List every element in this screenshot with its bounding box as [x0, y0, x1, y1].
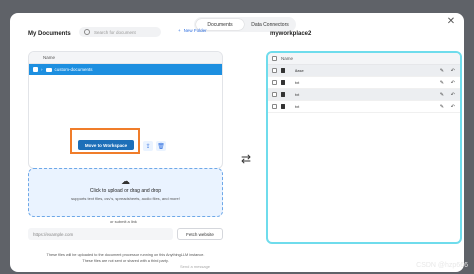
close-icon[interactable]: ✕	[444, 14, 458, 28]
cloud-upload-icon: ☁	[121, 176, 130, 186]
search-icon	[84, 29, 90, 35]
file-name: txt	[295, 80, 300, 85]
search-input[interactable]: Search for document	[79, 27, 161, 37]
undo-icon[interactable]: ↶	[451, 80, 455, 86]
select-all-checkbox[interactable]	[272, 56, 277, 61]
trash-icon[interactable]: 🗑	[156, 141, 166, 151]
undo-icon[interactable]: ↶	[451, 68, 455, 74]
upload-subtitle: supports text files, csv's, spreadsheets…	[71, 196, 180, 201]
file-icon	[281, 80, 285, 85]
file-icon	[281, 104, 285, 109]
list-header-name: Name	[29, 52, 222, 64]
file-row[interactable]: 8ase ✎ ↶	[268, 65, 460, 77]
undo-icon[interactable]: ↶	[451, 92, 455, 98]
pin-icon[interactable]: ✎	[440, 80, 444, 86]
file-name: 8ase	[295, 68, 304, 73]
file-row[interactable]: txt ✎ ↶	[268, 77, 460, 89]
send-message-input[interactable]: Send a message	[180, 264, 210, 269]
tab-bar: Documents Data Connectors	[194, 17, 296, 32]
search-placeholder: Search for document	[94, 29, 136, 35]
new-folder-label: New Folder	[183, 28, 207, 33]
folder-icon	[45, 67, 52, 72]
undo-icon[interactable]: ↶	[451, 104, 455, 110]
file-name: txt	[295, 92, 300, 97]
workspace-title: myworkplace2	[270, 31, 312, 37]
cloud-upload-icon[interactable]: ⇪	[143, 141, 153, 151]
move-highlight: Move to Workspace	[70, 128, 140, 154]
upload-dropzone[interactable]: ☁ Click to upload or drag and drop suppo…	[28, 168, 223, 217]
folder-checkbox[interactable]	[33, 67, 38, 72]
workspace-documents-list: Name 8ase ✎ ↶ txt ✎ ↶ txt ✎ ↶ txt ✎ ↶	[266, 51, 462, 244]
file-icon	[281, 92, 285, 97]
my-documents-title: My Documents	[28, 31, 71, 37]
move-to-workspace-button[interactable]: Move to Workspace	[78, 140, 134, 150]
pin-icon[interactable]: ✎	[440, 92, 444, 98]
link-input[interactable]: https://example.com	[28, 228, 173, 240]
list-header-name: Name	[281, 56, 294, 61]
file-checkbox[interactable]	[272, 80, 277, 85]
workspace-list-header: Name	[268, 53, 460, 65]
tab-data-connectors[interactable]: Data Connectors	[246, 19, 294, 30]
pin-icon[interactable]: ✎	[440, 104, 444, 110]
file-row[interactable]: txt ✎ ↶	[268, 101, 460, 113]
upload-title: Click to upload or drag and drop	[89, 188, 162, 194]
upload-note-line1: These files will be uploaded to the docu…	[46, 253, 205, 257]
file-checkbox[interactable]	[272, 68, 277, 73]
new-folder-button[interactable]: + New Folder	[178, 28, 207, 33]
upload-note-line2: These files are not sent or shared with …	[82, 259, 169, 263]
file-row[interactable]: txt ✎ ↶	[268, 89, 460, 101]
file-name: txt	[295, 104, 300, 109]
folder-row-custom-documents[interactable]: › custom-documents	[29, 64, 222, 75]
chevron-right-icon[interactable]: ›	[41, 67, 43, 72]
fetch-website-button[interactable]: Fetch website	[177, 228, 223, 240]
documents-modal: ✕ Documents Data Connectors My Documents…	[10, 13, 464, 272]
watermark: CSDN @hzp666	[416, 262, 468, 269]
plus-icon: +	[178, 28, 181, 33]
file-checkbox[interactable]	[272, 92, 277, 97]
file-checkbox[interactable]	[272, 104, 277, 109]
folder-name: custom-documents	[54, 67, 93, 72]
file-icon	[281, 68, 285, 73]
pin-icon[interactable]: ✎	[440, 68, 444, 74]
swap-arrows-icon: ⇄	[241, 152, 252, 166]
or-submit-link-label: or submit a link	[110, 219, 137, 224]
